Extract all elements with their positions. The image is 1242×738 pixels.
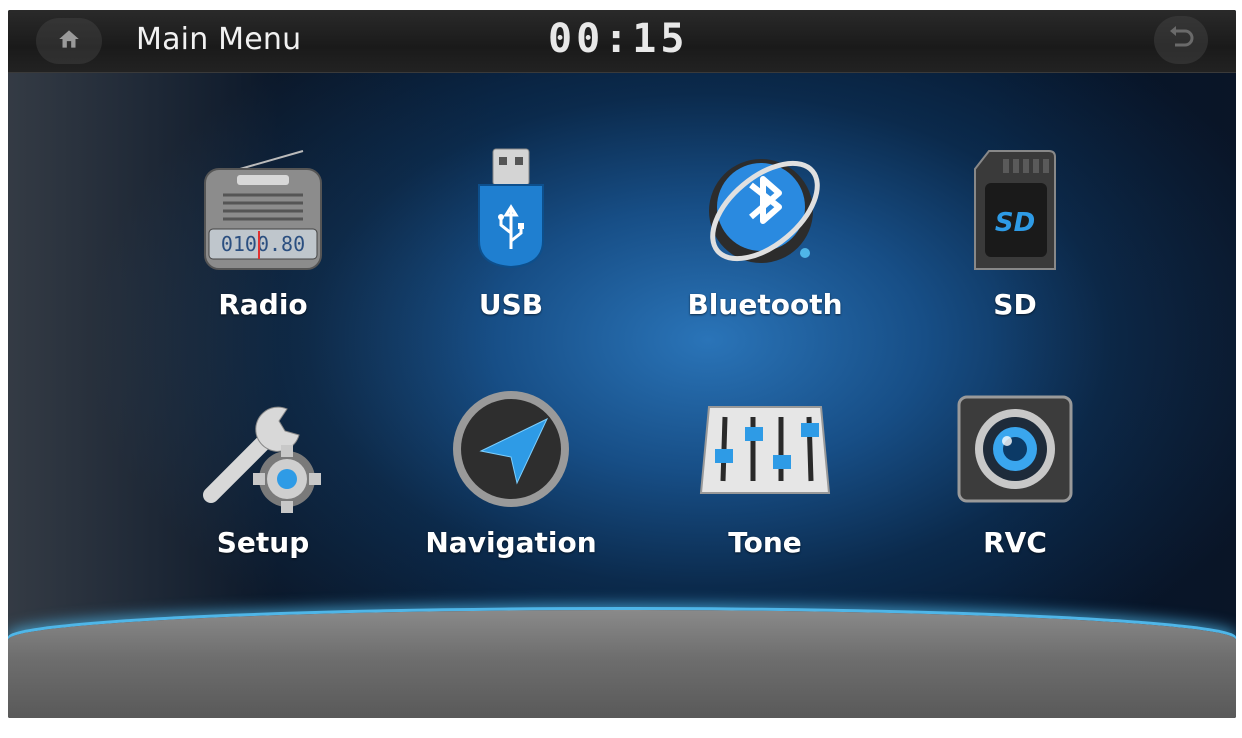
home-button[interactable]	[36, 18, 102, 64]
top-bar: Main Menu 00:15	[8, 10, 1236, 73]
svg-text:0100.80: 0100.80	[221, 232, 305, 256]
tile-label: RVC	[983, 526, 1047, 559]
menu-tile-usb[interactable]: USB	[426, 140, 596, 340]
menu-tile-sd[interactable]: SD SD	[930, 140, 1100, 340]
head-unit-screen: Main Menu 00:15 0100.80 Radio USB Blueto…	[8, 10, 1236, 718]
tile-label: Bluetooth	[687, 288, 843, 321]
menu-tile-tone[interactable]: Tone	[680, 378, 850, 578]
menu-tile-setup[interactable]: Setup	[178, 378, 348, 578]
bluetooth-icon	[690, 140, 840, 280]
menu-tile-radio[interactable]: 0100.80 Radio	[178, 140, 348, 340]
tile-label: Setup	[216, 526, 310, 559]
tone-icon	[690, 378, 840, 518]
home-icon	[56, 26, 82, 56]
page-title: Main Menu	[136, 22, 302, 57]
navigation-icon	[436, 378, 586, 518]
menu-tile-rvc[interactable]: RVC	[930, 378, 1100, 578]
menu-tile-navigation[interactable]: Navigation	[425, 378, 597, 578]
sd-card-icon: SD	[940, 140, 1090, 280]
decorative-floor	[8, 610, 1236, 718]
tile-label: USB	[478, 288, 544, 321]
radio-icon: 0100.80	[188, 140, 338, 280]
svg-text:SD: SD	[995, 208, 1035, 238]
back-button[interactable]	[1154, 16, 1208, 64]
tile-label: Tone	[728, 526, 802, 559]
back-arrow-icon	[1166, 23, 1196, 57]
tile-label: SD	[993, 288, 1037, 321]
menu-tile-bluetooth[interactable]: Bluetooth	[680, 140, 850, 340]
clock: 00:15	[548, 16, 689, 62]
rvc-camera-icon	[940, 378, 1090, 518]
setup-icon	[188, 378, 338, 518]
tile-label: Radio	[218, 288, 308, 321]
tile-label: Navigation	[425, 526, 597, 559]
usb-icon	[436, 140, 586, 280]
